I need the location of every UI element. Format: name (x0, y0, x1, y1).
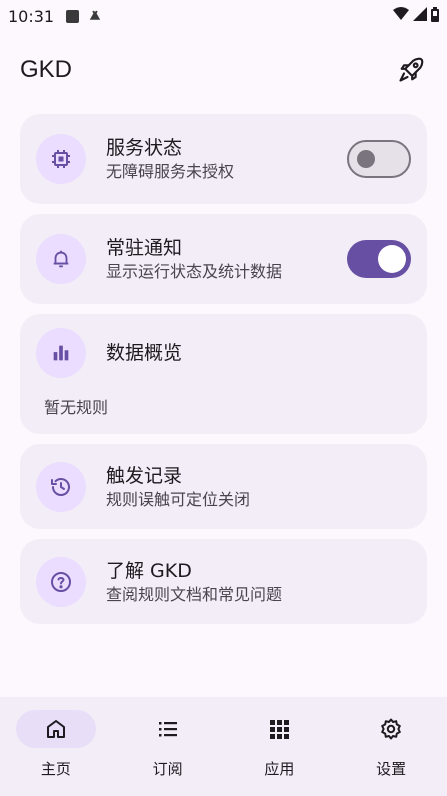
wifi-icon (393, 7, 409, 25)
about-gkd-card[interactable]: 了解 GKD 查阅规则文档和常见问题 (20, 539, 427, 624)
rocket-button[interactable] (395, 54, 427, 86)
help-icon (36, 556, 86, 607)
service-status-subtitle: 无障碍服务未授权 (106, 162, 235, 181)
bottom-navigation: 主页 订阅 应用 设置 (0, 697, 447, 796)
rocket-icon (399, 57, 424, 82)
notification-title: 常驻通知 (106, 237, 183, 259)
top-app-bar: GKD (0, 44, 447, 96)
chip-icon (36, 134, 86, 184)
trigger-records-card[interactable]: 触发记录 规则误触可定位关闭 (20, 444, 427, 529)
battery-icon (431, 6, 439, 26)
app-title: GKD (20, 56, 73, 83)
history-icon (36, 461, 86, 512)
nav-apps-label: 应用 (264, 760, 295, 778)
about-gkd-title: 了解 GKD (106, 559, 192, 582)
service-toggle[interactable] (347, 140, 411, 178)
service-status-card[interactable]: 服务状态 无障碍服务未授权 (20, 114, 427, 204)
bar-chart-icon (36, 328, 86, 378)
notification-a-icon: A (66, 9, 80, 23)
status-right-icons (393, 6, 439, 26)
notification-subtitle: 显示运行状态及统计数据 (106, 262, 283, 281)
nav-subscription[interactable]: 订阅 (112, 697, 224, 796)
bell-icon (36, 234, 86, 284)
no-rules-text: 暂无规则 (44, 398, 109, 417)
nav-home[interactable]: 主页 (0, 697, 112, 796)
nav-subscription-label: 订阅 (152, 760, 183, 778)
data-overview-card[interactable]: 数据概览 暂无规则 (20, 314, 427, 434)
status-bar: 10:31 A (0, 0, 447, 32)
service-status-title: 服务状态 (106, 137, 183, 159)
nav-settings-label: 设置 (376, 760, 407, 778)
gear-icon (381, 718, 401, 740)
notification-card[interactable]: 常驻通知 显示运行状态及统计数据 (20, 214, 427, 304)
signal-icon (413, 7, 427, 25)
list-icon (158, 722, 177, 737)
nav-settings[interactable]: 设置 (335, 697, 447, 796)
notification-toggle[interactable] (347, 240, 411, 278)
nav-home-label: 主页 (40, 760, 71, 778)
status-time: 10:31 (8, 6, 55, 26)
about-gkd-subtitle: 查阅规则文档和常见问题 (106, 584, 283, 604)
apps-grid-icon (270, 720, 290, 739)
home-icon (46, 720, 65, 738)
nav-apps[interactable]: 应用 (224, 697, 336, 796)
android-debug-icon (89, 9, 101, 24)
trigger-records-title: 触发记录 (106, 464, 183, 487)
trigger-records-subtitle: 规则误触可定位关闭 (106, 489, 251, 509)
data-overview-title: 数据概览 (106, 342, 183, 364)
